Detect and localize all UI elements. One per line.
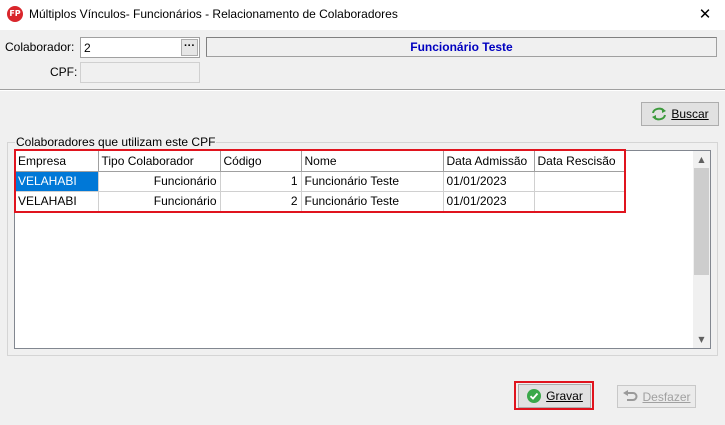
cell-nome[interactable]: Funcionário Teste [301, 191, 444, 212]
table-row[interactable]: VELAHABI Funcionário 2 Funcionário Teste… [15, 191, 625, 212]
cell-tipo[interactable]: Funcionário [98, 171, 221, 192]
cell-empresa[interactable]: VELAHABI [15, 191, 99, 212]
cell-codigo[interactable]: 2 [220, 191, 302, 212]
buscar-label: Buscar [671, 107, 709, 121]
cell-empresa[interactable]: VELAHABI [15, 171, 99, 192]
cell-nome[interactable]: Funcionário Teste [301, 171, 444, 192]
cpf-label: CPF: [50, 65, 78, 79]
group-title: Colaboradores que utilizam este CPF [15, 135, 217, 149]
col-header-empresa[interactable]: Empresa [15, 151, 99, 172]
col-header-nome[interactable]: Nome [301, 151, 444, 172]
cell-admissao[interactable]: 01/01/2023 [443, 171, 535, 192]
colaborador-lookup-button[interactable]: ··· [181, 39, 198, 56]
undo-icon [623, 389, 638, 401]
cell-codigo[interactable]: 1 [220, 171, 302, 192]
gravar-label: Gravar [546, 389, 583, 403]
vertical-scrollbar[interactable]: ▲ ▼ [693, 151, 710, 348]
col-header-admissao[interactable]: Data Admissão [443, 151, 535, 172]
desfazer-button[interactable]: Desfazer [617, 385, 696, 408]
cpf-field [80, 62, 200, 83]
cell-rescisao[interactable] [534, 191, 625, 212]
colaborador-label: Colaborador: [5, 40, 75, 54]
scroll-thumb[interactable] [694, 168, 709, 275]
window-title: Múltiplos Vínculos- Funcionários - Relac… [29, 7, 398, 21]
gravar-button[interactable]: Gravar [518, 384, 591, 408]
desfazer-label: Desfazer [642, 389, 691, 404]
close-icon[interactable]: ✕ [691, 2, 719, 26]
cell-admissao[interactable]: 01/01/2023 [443, 191, 535, 212]
scroll-down-icon[interactable]: ▼ [693, 331, 710, 348]
col-header-rescisao[interactable]: Data Rescisão [534, 151, 625, 172]
collaborators-table: Empresa Tipo Colaborador Código Nome Dat… [15, 151, 625, 212]
title-bar: FP Múltiplos Vínculos- Funcionários - Re… [0, 0, 725, 30]
buscar-button[interactable]: Buscar [641, 102, 719, 126]
cell-rescisao[interactable] [534, 171, 625, 192]
collaborators-grid[interactable]: Empresa Tipo Colaborador Código Nome Dat… [14, 150, 711, 349]
colaborador-value: 2 [84, 41, 91, 55]
separator [0, 89, 725, 91]
check-circle-icon [527, 389, 542, 403]
table-header-row: Empresa Tipo Colaborador Código Nome Dat… [15, 151, 625, 172]
cell-tipo[interactable]: Funcionário [98, 191, 221, 212]
table-row[interactable]: VELAHABI Funcionário 1 Funcionário Teste… [15, 171, 625, 192]
app-logo-icon: FP [7, 6, 23, 22]
colaborador-input[interactable]: 2 ··· [80, 37, 200, 58]
col-header-codigo[interactable]: Código [220, 151, 302, 172]
refresh-arrows-icon [652, 107, 667, 121]
scroll-up-icon[interactable]: ▲ [693, 151, 710, 168]
colaborador-name-display: Funcionário Teste [206, 37, 717, 57]
col-header-tipo[interactable]: Tipo Colaborador [98, 151, 221, 172]
